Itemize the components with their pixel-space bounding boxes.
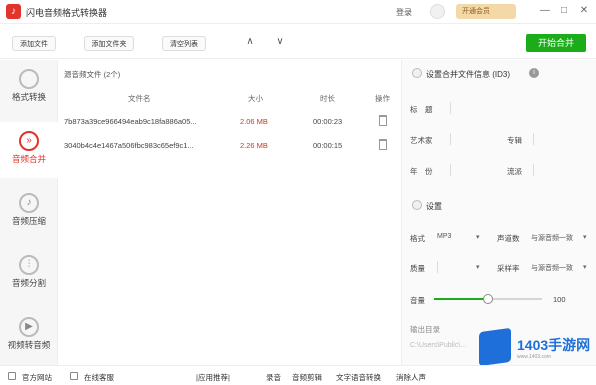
website-link[interactable]: 官方网站 xyxy=(22,372,52,383)
status-bar: 官方网站 在线客服 |应用推荐| 录音 音频剪辑 文字语音转换 消除人声 xyxy=(0,365,596,385)
website-icon xyxy=(8,372,16,380)
album-label: 专辑 xyxy=(507,136,522,145)
format-convert-icon xyxy=(19,69,39,89)
toolbar: 添加文件 添加文件夹 清空列表 ∧ ∨ xyxy=(0,25,596,59)
watermark-logo: 1403手游网 www.1403.com xyxy=(477,327,591,367)
album-field[interactable] xyxy=(533,133,588,145)
column-header-size: 大小 xyxy=(248,94,263,103)
customer-service-icon xyxy=(70,372,78,380)
sidebar-item-video-to-audio[interactable]: ▶ 视频转音频 xyxy=(0,308,58,364)
clear-list-button[interactable]: 清空列表 xyxy=(162,36,206,51)
column-header-action: 操作 xyxy=(375,94,390,103)
move-up-icon[interactable]: ∧ xyxy=(240,34,260,49)
genre-label: 流派 xyxy=(507,167,522,176)
volume-value: 100 xyxy=(553,295,566,304)
split-icon: ⫶ xyxy=(19,255,39,275)
file-duration: 00:00:15 xyxy=(313,141,343,150)
volume-label: 音量 xyxy=(410,296,425,305)
quality-select[interactable] xyxy=(437,261,481,273)
table-row[interactable]: 7b873a39ce966494eab9c18fa886a05... 2.06 … xyxy=(58,110,402,134)
file-name: 3040b4c4e1467a506fbc983c65ef9c1... xyxy=(64,141,194,150)
sidebar-item-label: 音频合并 xyxy=(11,154,46,164)
add-file-button[interactable]: 添加文件 xyxy=(12,36,56,51)
app-logo-icon: ♪ xyxy=(6,4,21,19)
start-merge-button[interactable]: 开始合并 xyxy=(526,34,586,52)
year-label: 年 份 xyxy=(410,167,433,176)
contact-link[interactable]: 在线客服 xyxy=(84,372,114,383)
file-duration: 00:00:23 xyxy=(313,117,343,126)
chevron-down-icon[interactable]: ▾ xyxy=(476,263,480,271)
watermark-cube-icon xyxy=(479,327,511,367)
info-icon[interactable]: i xyxy=(529,68,539,78)
add-folder-button[interactable]: 添加文件夹 xyxy=(84,36,134,51)
sidebar-item-label: 视频转音频 xyxy=(7,340,51,350)
move-down-icon[interactable]: ∨ xyxy=(270,34,290,49)
video-to-audio-icon: ▶ xyxy=(19,317,39,337)
app-title: 闪电音频格式转换器 xyxy=(26,8,108,18)
year-field[interactable] xyxy=(450,164,498,176)
sidebar-item-label: 音频压缩 xyxy=(11,216,46,226)
sidebar-item-audio-compress[interactable]: ♪ 音频压缩 xyxy=(0,184,58,240)
tts-link[interactable]: 文字语音转换 xyxy=(336,372,381,383)
minimize-icon[interactable]: — xyxy=(538,4,552,18)
format-label: 格式 xyxy=(410,234,425,243)
compress-icon: ♪ xyxy=(19,193,39,213)
file-list-title: 源音频文件 (2个) xyxy=(64,70,121,79)
recommend-label: |应用推荐| xyxy=(196,373,230,382)
table-row[interactable]: 3040b4c4e1467a506fbc983c65ef9c1... 2.26 … xyxy=(58,134,402,158)
column-header-duration: 时长 xyxy=(320,94,335,103)
login-link[interactable]: 登录 xyxy=(396,7,412,18)
audio-edit-link[interactable]: 音频剪辑 xyxy=(292,372,322,383)
merged-info-title: 设置合并文件信息 (ID3) xyxy=(426,70,510,79)
artist-field[interactable] xyxy=(450,133,498,145)
title-bar: ♪ 闪电音频格式转换器 登录 开通会员 — □ ✕ xyxy=(0,0,596,24)
sidebar-item-audio-merge[interactable]: » 音频合并 xyxy=(0,122,58,178)
file-name: 7b873a39ce966494eab9c18fa886a05... xyxy=(64,117,197,126)
quality-label: 质量 xyxy=(410,264,425,273)
output-dir-label: 输出目录 xyxy=(410,325,440,334)
watermark-brand: 1403手游网 xyxy=(517,337,591,353)
vip-button[interactable]: 开通会员 xyxy=(456,4,516,19)
delete-icon[interactable] xyxy=(379,139,387,150)
artist-label: 艺术家 xyxy=(410,136,433,145)
settings-title: 设置 xyxy=(426,202,442,211)
sidebar-item-label: 音频分割 xyxy=(11,278,46,288)
sidebar: 格式转换 » 音频合并 ♪ 音频压缩 ⫶ 音频分割 ▶ 视频转音频 xyxy=(0,60,58,365)
format-select[interactable]: MP3 xyxy=(437,233,451,240)
column-header-name: 文件名 xyxy=(128,94,151,103)
close-icon[interactable]: ✕ xyxy=(577,4,591,18)
file-size: 2.06 MB xyxy=(240,117,268,126)
chevron-down-icon[interactable]: ▾ xyxy=(476,233,480,241)
id3-settings-icon xyxy=(412,68,422,78)
samplerate-select[interactable]: 与源音频一致 xyxy=(531,263,573,273)
user-avatar-icon[interactable] xyxy=(430,4,445,19)
channels-label: 声道数 xyxy=(497,234,520,243)
delete-icon[interactable] xyxy=(379,115,387,126)
title-label: 标 题 xyxy=(410,105,433,114)
volume-slider[interactable] xyxy=(434,294,542,304)
merge-icon: » xyxy=(19,131,39,151)
samplerate-label: 采样率 xyxy=(497,264,520,273)
vocal-remove-link[interactable]: 消除人声 xyxy=(396,372,426,383)
maximize-icon[interactable]: □ xyxy=(557,4,571,18)
channels-select[interactable]: 与源音频一致 xyxy=(531,233,573,243)
watermark-url: www.1403.com xyxy=(517,354,551,360)
volume-slider-fill xyxy=(434,298,488,300)
sidebar-item-label: 格式转换 xyxy=(11,92,46,102)
chevron-down-icon[interactable]: ▾ xyxy=(583,233,587,241)
title-field[interactable] xyxy=(450,102,588,114)
file-list: 源音频文件 (2个) 文件名 大小 时长 操作 7b873a39ce966494… xyxy=(58,60,402,365)
volume-slider-thumb[interactable] xyxy=(483,294,493,304)
genre-field[interactable] xyxy=(533,164,588,176)
sidebar-item-format-convert[interactable]: 格式转换 xyxy=(0,60,58,116)
settings-gear-icon xyxy=(412,200,422,210)
file-size: 2.26 MB xyxy=(240,141,268,150)
record-link[interactable]: 录音 xyxy=(266,372,281,383)
chevron-down-icon[interactable]: ▾ xyxy=(583,263,587,271)
sidebar-item-audio-split[interactable]: ⫶ 音频分割 xyxy=(0,246,58,302)
